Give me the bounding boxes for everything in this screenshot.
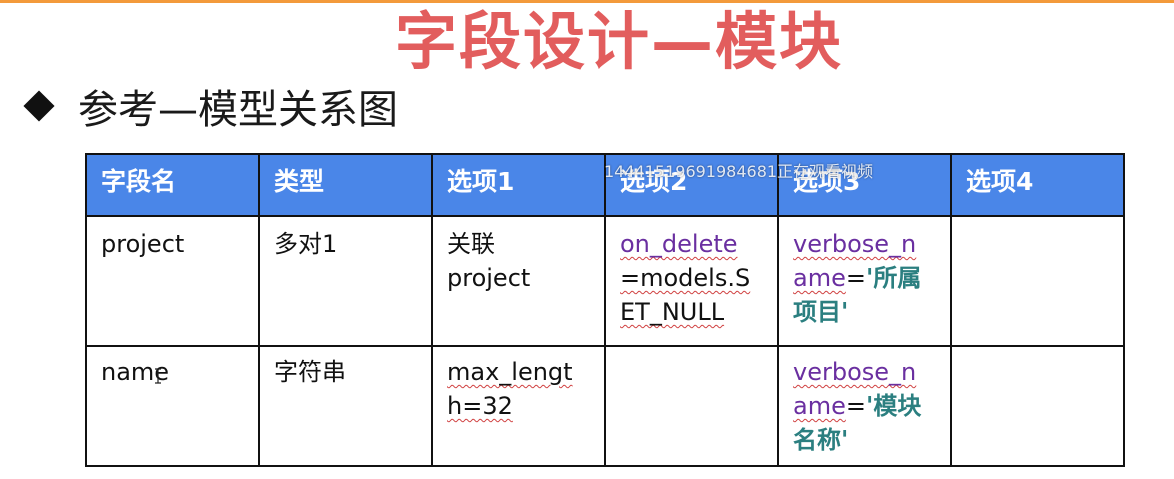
cell-text: =models.S bbox=[620, 264, 751, 292]
cell-type: 字符串 bbox=[258, 345, 433, 467]
cell-text: ame bbox=[793, 264, 846, 292]
text-cursor-icon bbox=[155, 368, 161, 384]
cell-text: ame bbox=[793, 392, 846, 420]
bullet-text: 参考—模型关系图 bbox=[78, 87, 398, 133]
header-field-name: 字段名 bbox=[85, 153, 260, 217]
header-type: 类型 bbox=[258, 153, 433, 217]
cell-text: h=32 bbox=[447, 392, 513, 420]
cell-text: = bbox=[845, 392, 866, 420]
cell-option-4 bbox=[950, 215, 1125, 347]
cell-option-3: verbose_n ame='模块 名称' bbox=[777, 345, 952, 467]
cell-type: 多对1 bbox=[258, 215, 433, 347]
cell-option-3: verbose_n ame='所属 项目' bbox=[777, 215, 952, 347]
cell-text: verbose_n bbox=[793, 358, 917, 386]
slide-title: 字段设计—模块 bbox=[395, 5, 844, 78]
cell-field: name bbox=[85, 345, 260, 467]
header-option-4: 选项4 bbox=[950, 153, 1125, 217]
cell-text: max_lengt bbox=[447, 358, 573, 386]
cell-text: on_delete bbox=[620, 230, 738, 258]
cell-text: 名称' bbox=[793, 425, 849, 454]
cell-text-line: ame='模块 bbox=[793, 389, 949, 423]
viewer-watermark: 14441519691984681正在观看视频 bbox=[604, 162, 874, 181]
cell-option-2: on_delete =models.S ET_NULL bbox=[604, 215, 779, 347]
bullet-line: 参考—模型关系图 bbox=[22, 82, 398, 133]
cell-text: verbose_n bbox=[793, 230, 917, 258]
cell-text: '所属 bbox=[865, 263, 922, 292]
cell-text: ET_NULL bbox=[620, 298, 725, 326]
cell-text: 关联 bbox=[447, 230, 495, 258]
table-row: name 字符串 max_lengt h=32 verbose_n ame='模… bbox=[85, 345, 1125, 467]
table-row: project 多对1 关联 project on_delete =models… bbox=[85, 215, 1125, 347]
cell-option-4 bbox=[950, 345, 1125, 467]
cell-text: '模块 bbox=[865, 391, 922, 420]
cell-option-1: 关联 project bbox=[431, 215, 606, 347]
cell-option-2 bbox=[604, 345, 779, 467]
header-option-1: 选项1 bbox=[431, 153, 606, 217]
diamond-bullet-icon bbox=[23, 90, 55, 122]
cell-text: = bbox=[845, 264, 866, 292]
field-design-table: 字段名 类型 选项1 选项2 选项3 选项4 project 多对1 关联 pr… bbox=[85, 153, 1125, 467]
top-accent-bar bbox=[0, 0, 1174, 3]
cell-text: project bbox=[447, 264, 531, 292]
cell-text-line: ame='所属 bbox=[793, 261, 949, 295]
cell-text: 项目' bbox=[793, 297, 849, 326]
cell-option-1: max_lengt h=32 bbox=[431, 345, 606, 467]
cell-field: project bbox=[85, 215, 260, 347]
